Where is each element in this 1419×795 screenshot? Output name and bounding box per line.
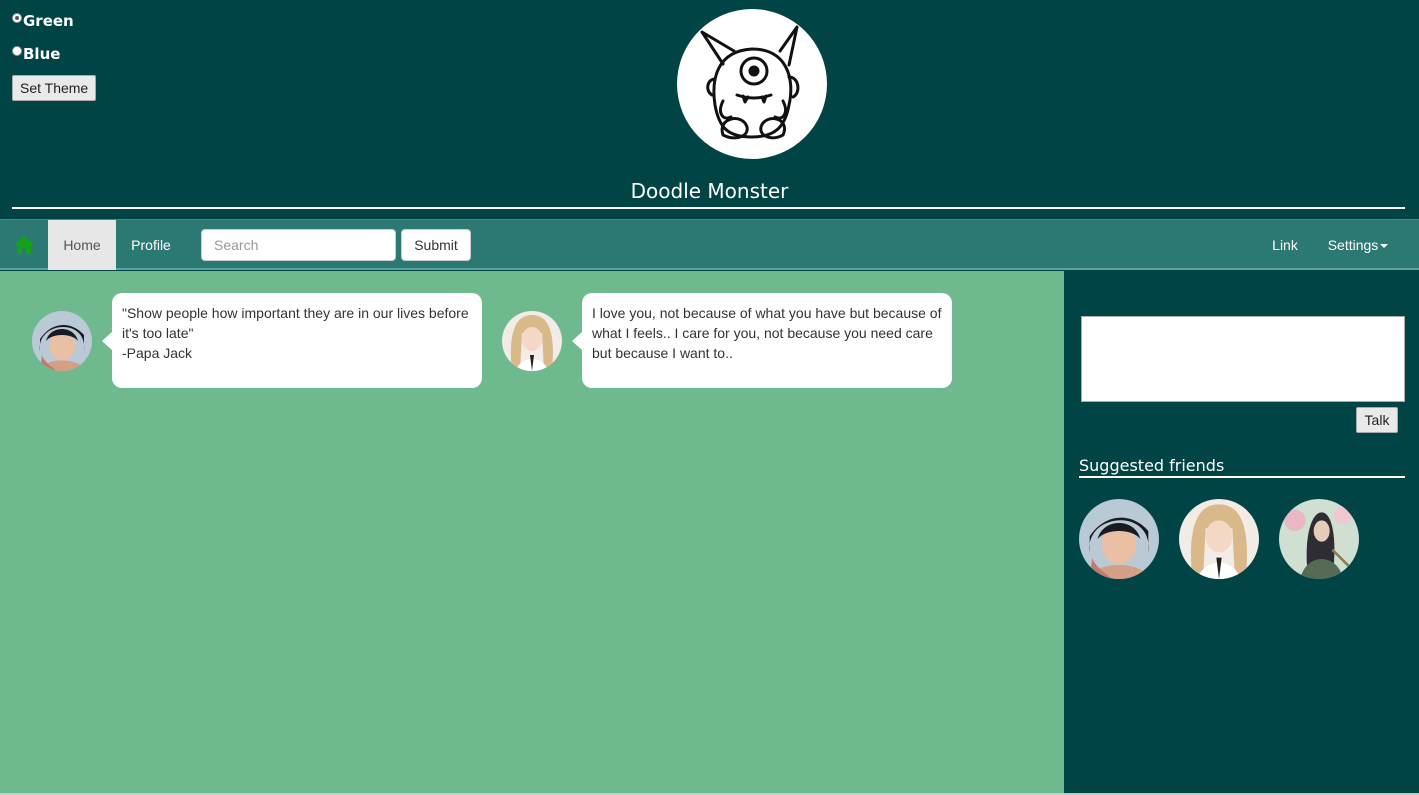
radio-blue[interactable] [12, 46, 22, 56]
theme-option-blue[interactable]: Blue [12, 43, 96, 65]
radio-blue-label: Blue [23, 45, 61, 63]
blonde-girl-avatar[interactable] [502, 311, 562, 371]
submit-button[interactable]: Submit [401, 229, 471, 261]
navbar: Home Profile Search Submit Link Settings [0, 219, 1419, 270]
nav-link[interactable]: Link [1257, 220, 1313, 270]
suggested-friends-divider [1079, 476, 1405, 478]
search-input[interactable]: Search [201, 229, 396, 261]
nav-profile-tab[interactable]: Profile [116, 220, 186, 270]
talk-button[interactable]: Talk [1356, 407, 1398, 433]
radio-green-label: Green [23, 12, 74, 30]
theme-option-green[interactable]: Green [12, 10, 96, 32]
caret-down-icon [1380, 244, 1389, 248]
radio-green[interactable] [12, 13, 22, 23]
suggested-friends-title: Suggested friends [1079, 456, 1225, 475]
talk-textarea[interactable] [1081, 316, 1405, 402]
feed: "Show people how important they are in o… [0, 271, 1064, 793]
post-text: I love you, not because of what you have… [572, 293, 952, 388]
nav-home[interactable] [0, 220, 48, 270]
nav-settings-dropdown[interactable]: Settings [1313, 220, 1403, 270]
warrior-girl-avatar[interactable] [1279, 499, 1359, 579]
sidebar: Talk Suggested friends [1064, 271, 1419, 793]
doodle-monster-logo [677, 9, 827, 159]
site-title: Doodle Monster [630, 179, 789, 203]
dark-hair-girl-avatar[interactable] [32, 311, 92, 371]
monster-icon [700, 25, 800, 140]
post-text: "Show people how important they are in o… [102, 293, 482, 388]
nav-settings-label: Settings [1327, 237, 1379, 253]
nav-home-tab[interactable]: Home [48, 220, 116, 270]
home-icon[interactable] [13, 235, 35, 255]
title-divider [12, 207, 1405, 209]
dark-hair-girl-avatar[interactable] [1079, 499, 1159, 579]
theme-form: Green Blue Set Theme [12, 10, 97, 101]
blonde-girl-avatar[interactable] [1179, 499, 1259, 579]
set-theme-button[interactable]: Set Theme [12, 75, 97, 101]
